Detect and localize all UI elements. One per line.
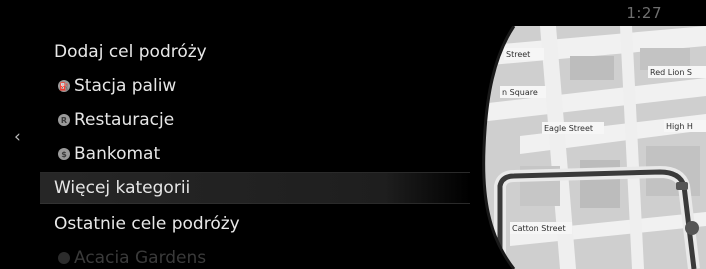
separator xyxy=(40,203,460,204)
category-atm[interactable]: $ Bankomat xyxy=(40,138,470,170)
recent-item[interactable]: Acacia Gardens xyxy=(40,242,470,269)
street-label: Eagle Street xyxy=(544,124,593,133)
street-label: Catton Street xyxy=(512,224,566,233)
more-categories-label: Więcej kategorii xyxy=(54,178,191,198)
map-canvas: Street Red Lion S n Square Eagle Street … xyxy=(482,26,706,269)
clock: 1:27 xyxy=(626,4,662,22)
category-label: Restauracje xyxy=(74,110,175,130)
more-categories-button[interactable]: Więcej kategorii xyxy=(40,172,470,204)
recent-destinations-header: Ostatnie cele podróży xyxy=(40,208,470,240)
street-label: Red Lion S xyxy=(650,68,692,77)
navigation-screen: 1:27 ‹ Dodaj cel podróży ⛽ Stacja paliw … xyxy=(0,0,706,269)
category-label: Stacja paliw xyxy=(74,76,177,96)
street-label: n Square xyxy=(502,88,538,97)
category-fuel-station[interactable]: ⛽ Stacja paliw xyxy=(40,70,470,102)
restaurant-icon: R xyxy=(58,114,70,126)
recent-item-label: Acacia Gardens xyxy=(74,248,207,268)
place-icon xyxy=(58,252,70,264)
add-destination-label: Dodaj cel podróży xyxy=(54,42,207,62)
atm-icon: $ xyxy=(58,148,70,160)
map-preview[interactable]: Street Red Lion S n Square Eagle Street … xyxy=(480,26,706,269)
street-label: High H xyxy=(666,122,693,131)
category-restaurants[interactable]: R Restauracje xyxy=(40,104,470,136)
category-label: Bankomat xyxy=(74,144,161,164)
street-label: Street xyxy=(506,50,530,59)
add-destination-header: Dodaj cel podróży xyxy=(40,36,470,68)
chevron-left-icon[interactable]: ‹ xyxy=(14,129,26,146)
fuel-station-icon: ⛽ xyxy=(58,80,70,92)
recent-destinations-label: Ostatnie cele podróży xyxy=(54,214,240,234)
